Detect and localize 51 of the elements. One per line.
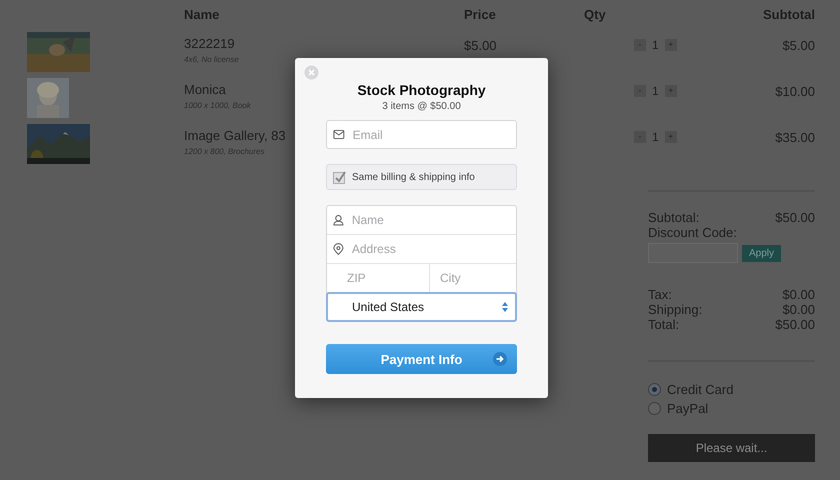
quantity: 1 — [652, 84, 659, 98]
increment-button[interactable]: + — [664, 131, 677, 143]
item-subtotal: $5.00 — [782, 37, 815, 53]
increment-button[interactable]: + — [664, 39, 677, 51]
payment-option: PayPal — [667, 401, 708, 416]
email-field[interactable]: Email — [326, 120, 517, 149]
summary-value: $50.00 — [775, 317, 815, 332]
payment-option: Credit Card — [667, 382, 734, 397]
item-subtotal: $35.00 — [775, 129, 815, 145]
increment-button[interactable]: + — [664, 85, 677, 97]
summary-label: Tax: — [648, 287, 672, 302]
summary-label: Shipping: — [648, 302, 702, 317]
quantity: 1 — [652, 38, 659, 52]
quantity: 1 — [652, 130, 659, 144]
summary-value: $0.00 — [782, 287, 815, 302]
payment-info-button[interactable]: Payment Info — [326, 344, 517, 374]
city-field[interactable]: City — [438, 270, 516, 286]
item-subtotal: $10.00 — [775, 83, 815, 99]
discount-label: Discount Code: — [648, 225, 738, 240]
close-icon[interactable] — [304, 65, 319, 80]
country-select[interactable]: United States — [326, 292, 517, 322]
dialog-subtitle: 3 items @ $50.00 — [382, 101, 461, 112]
apply-button[interactable]: Apply — [742, 245, 782, 262]
submit-button[interactable]: Please wait... — [648, 434, 815, 462]
radio-button[interactable] — [648, 402, 661, 415]
column-header: Price — [464, 6, 496, 24]
person-icon — [333, 214, 344, 226]
zip-field[interactable]: ZIP — [345, 270, 423, 286]
item-name: Image Gallery, 83 — [184, 128, 286, 143]
radio-button[interactable] — [648, 383, 661, 396]
summary-value: $0.00 — [782, 302, 815, 317]
location-pin-icon — [333, 242, 344, 256]
decrement-button[interactable]: - — [634, 131, 646, 143]
summary-label: Total: — [648, 317, 680, 332]
decrement-button[interactable]: - — [634, 39, 646, 51]
item-price: $5.00 — [464, 38, 497, 53]
subtotal-label: Subtotal: — [648, 210, 700, 225]
subtotal-value: $50.00 — [775, 210, 815, 225]
name-field[interactable]: Name — [350, 212, 510, 228]
item-name: Monica — [184, 82, 226, 97]
same-info-checkbox[interactable]: Same billing & shipping info — [326, 164, 517, 190]
decrement-button[interactable]: - — [634, 85, 646, 97]
column-header: Subtotal — [763, 6, 815, 24]
mail-icon — [333, 129, 345, 140]
column-header: Name — [184, 6, 220, 24]
address-field[interactable]: Address — [350, 241, 510, 257]
column-header: Qty — [584, 6, 606, 24]
email-input[interactable]: Email — [350, 126, 510, 142]
updown-icon — [501, 301, 509, 313]
dialog-title: Stock Photography — [357, 82, 486, 98]
item-name: 3222219 — [184, 36, 235, 51]
